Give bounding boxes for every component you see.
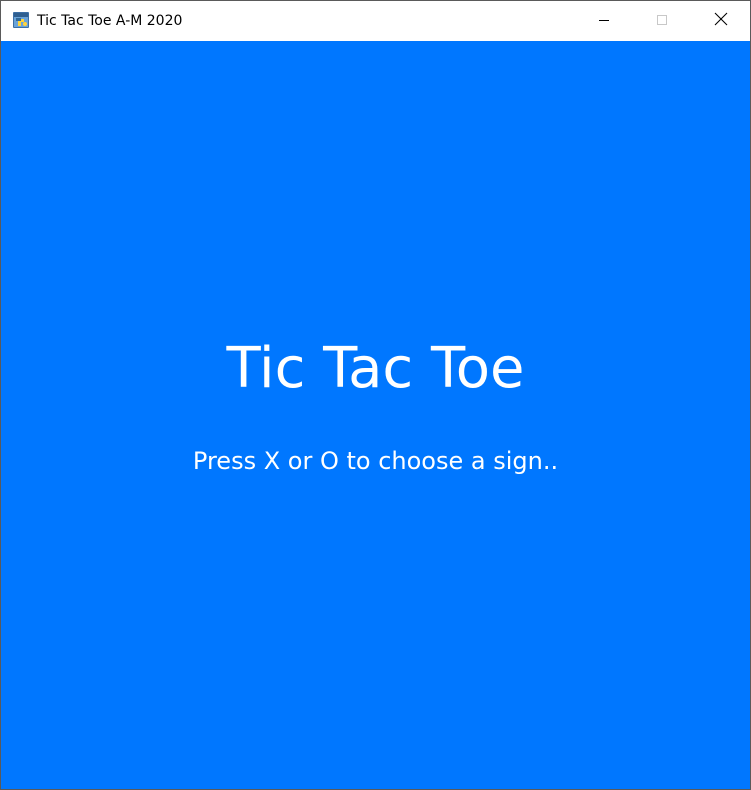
title-bar[interactable]: Tic Tac Toe A-M 2020 xyxy=(1,1,750,40)
game-title: Tic Tac Toe xyxy=(226,336,525,401)
choose-sign-prompt: Press X or O to choose a sign.. xyxy=(192,447,559,475)
maximize-icon xyxy=(656,11,668,30)
maximize-button[interactable] xyxy=(633,1,691,40)
app-icon xyxy=(12,11,30,29)
window-title: Tic Tac Toe A-M 2020 xyxy=(37,13,183,29)
close-button[interactable] xyxy=(692,1,750,40)
minimize-button[interactable] xyxy=(575,1,633,40)
game-canvas[interactable]: Tic Tac Toe Press X or O to choose a sig… xyxy=(1,41,750,789)
minimize-icon xyxy=(598,11,610,30)
close-icon xyxy=(714,11,728,30)
app-window: Tic Tac Toe A-M 2020 Tic Tac Toe Press X… xyxy=(0,0,751,790)
